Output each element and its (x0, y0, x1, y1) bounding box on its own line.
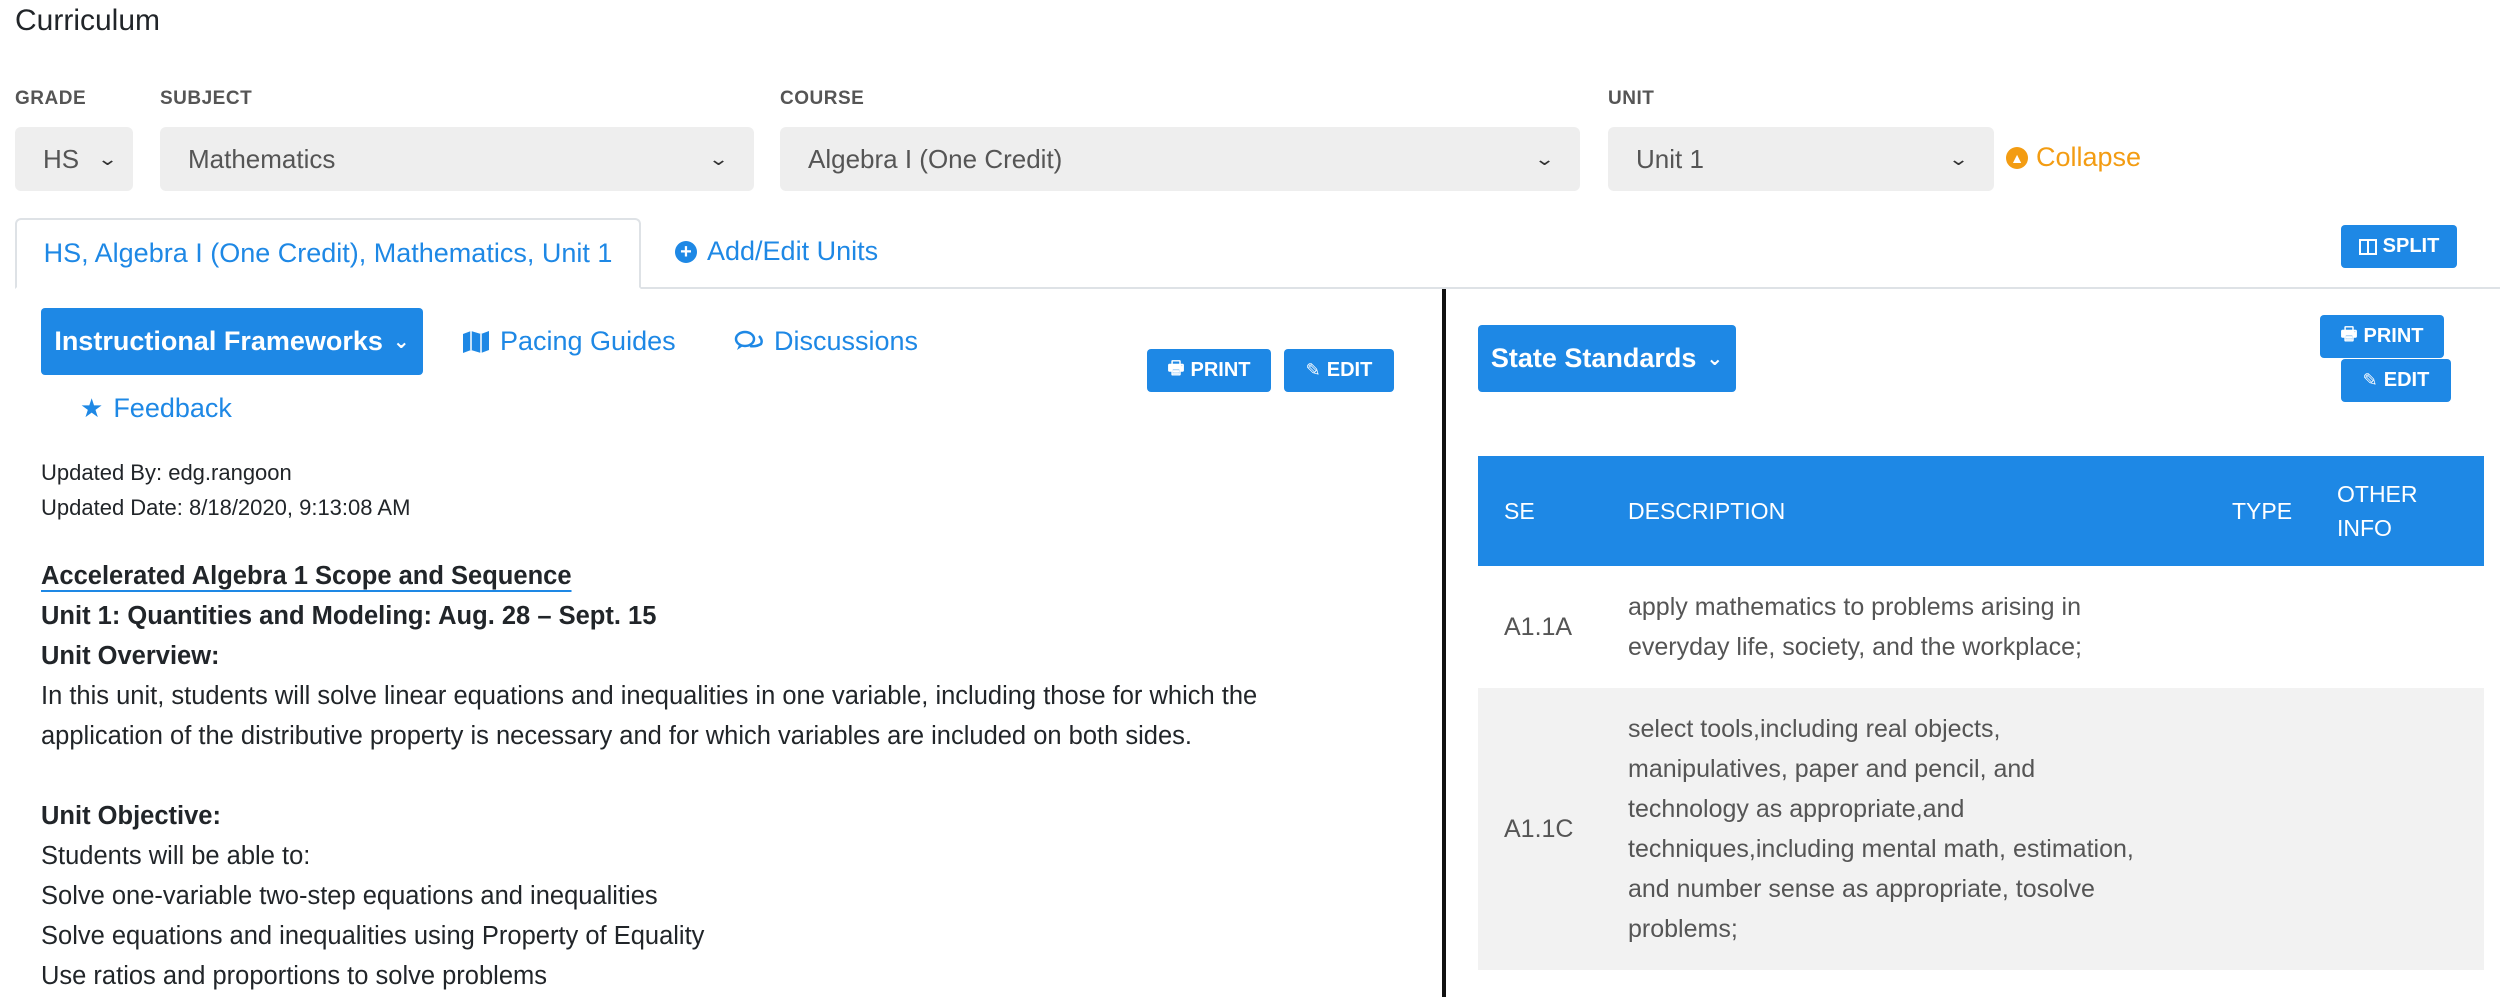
objective-item: Solve one-variable two-step equations an… (41, 882, 658, 910)
left-print-button[interactable]: 🖶 PRINT (1147, 349, 1271, 392)
chevron-down-icon: ⌄ (1706, 348, 1724, 370)
edit-icon: ✎ (1305, 360, 1321, 380)
description-line: and number sense as appropriate, tosolve (1628, 875, 2095, 903)
standards-table-header: SE DESCRIPTION TYPE OTHER INFO (1478, 456, 2484, 566)
updated-date: Updated Date: 8/18/2020, 9:13:08 AM (41, 495, 410, 521)
comments-icon (734, 330, 763, 350)
collapse-link[interactable]: ▲ Collapse (2006, 142, 2141, 173)
table-row: A1.1C select tools,including real object… (1478, 688, 2484, 970)
standards-table: SE DESCRIPTION TYPE OTHER INFO A1.1A app… (1478, 456, 2484, 970)
updated-by-value: edg.rangoon (168, 460, 292, 485)
objective-heading: Unit Objective: (41, 802, 221, 830)
subject-select-value: Mathematics (188, 143, 336, 174)
objective-item: Use ratios and proportions to solve prob… (41, 962, 548, 990)
updated-by-label: Updated By: (41, 460, 163, 485)
instructional-frameworks-dropdown[interactable]: Instructional Frameworks ⌄ (41, 308, 423, 375)
star-icon: ★ (80, 393, 104, 423)
split-button[interactable]: SPLIT (2341, 225, 2457, 268)
unit-select[interactable]: Unit 1 ⌄ (1608, 127, 1994, 191)
course-label: COURSE (780, 88, 865, 109)
print-icon: 🖶 (1167, 357, 1185, 378)
type-cell (2206, 566, 2311, 688)
print-icon: 🖶 (2340, 323, 2358, 344)
description-cell: apply mathematics to problems arising in… (1602, 566, 2206, 688)
right-print-button[interactable]: 🖶 PRINT (2320, 315, 2444, 358)
updated-date-value: 8/18/2020, 9:13:08 AM (189, 495, 411, 520)
unit-select-value: Unit 1 (1636, 143, 1704, 174)
framework-content: Accelerated Algebra 1 Scope and Sequence… (41, 556, 1421, 996)
description-cell: select tools,including real objects, man… (1602, 688, 2206, 970)
overview-text-line: application of the distributive property… (41, 722, 1192, 750)
column-header-type: TYPE (2206, 456, 2311, 566)
plus-circle-icon: + (675, 240, 697, 263)
chevron-down-icon: ⌄ (1533, 148, 1556, 169)
column-header-se: SE (1478, 456, 1602, 566)
collapse-label: Collapse (2036, 142, 2142, 172)
column-header-other-info: OTHER INFO (2311, 456, 2484, 566)
state-standards-label: State Standards (1490, 343, 1697, 373)
columns-icon (2358, 238, 2377, 255)
description-line: select tools,including real objects, (1628, 715, 2001, 743)
edit-icon: ✎ (2362, 370, 2378, 390)
updated-by: Updated By: edg.rangoon (41, 460, 292, 486)
description-line: manipulatives, paper and pencil, and (1628, 755, 2036, 783)
discussions-label: Discussions (774, 326, 919, 356)
left-edit-button[interactable]: ✎ EDIT (1284, 349, 1394, 392)
split-label: SPLIT (2382, 235, 2440, 257)
objective-intro: Students will be able to: (41, 842, 311, 870)
type-cell (2206, 688, 2311, 970)
chevron-down-icon: ⌄ (392, 331, 410, 353)
other-info-cell (2311, 566, 2484, 688)
add-edit-units-label: Add/Edit Units (707, 236, 879, 266)
unit-heading: Unit 1: Quantities and Modeling: Aug. 28… (41, 602, 657, 630)
course-select-value: Algebra I (One Credit) (808, 143, 1063, 174)
description-line: techniques,including mental math, estima… (1628, 835, 2134, 863)
subject-select[interactable]: Mathematics ⌄ (160, 127, 754, 191)
doc-title: Accelerated Algebra 1 Scope and Sequence (41, 562, 572, 590)
updated-date-label: Updated Date: (41, 495, 183, 520)
description-line: problems; (1628, 915, 1738, 943)
other-info-cell (2311, 688, 2484, 970)
map-icon (463, 330, 489, 353)
split-divider (1442, 289, 1446, 997)
description-line: apply mathematics to problems arising in (1628, 593, 2081, 621)
pacing-guides-link[interactable]: Pacing Guides (462, 326, 676, 357)
grade-select[interactable]: HS ⌄ (15, 127, 133, 191)
left-print-label: PRINT (1190, 359, 1251, 381)
table-row: A1.1A apply mathematics to problems aris… (1478, 566, 2484, 688)
column-header-description: DESCRIPTION (1602, 456, 2206, 566)
description-line: technology as appropriate,and (1628, 795, 1965, 823)
subject-label: SUBJECT (160, 88, 253, 109)
right-edit-label: EDIT (2383, 369, 2430, 391)
chevron-down-icon: ⌄ (707, 148, 730, 169)
chevron-up-circle-icon: ▲ (2006, 146, 2028, 169)
overview-text-line: In this unit, students will solve linear… (41, 682, 1258, 710)
overview-heading: Unit Overview: (41, 642, 220, 670)
se-cell: A1.1A (1478, 566, 1602, 688)
left-edit-label: EDIT (1326, 359, 1373, 381)
instructional-frameworks-label: Instructional Frameworks (54, 326, 383, 356)
pacing-guides-label: Pacing Guides (500, 326, 676, 356)
feedback-link[interactable]: ★ Feedback (80, 393, 232, 424)
grade-select-value: HS (43, 143, 80, 174)
course-select[interactable]: Algebra I (One Credit) ⌄ (780, 127, 1580, 191)
grade-label: GRADE (15, 88, 87, 109)
chevron-down-icon: ⌄ (96, 148, 119, 169)
state-standards-dropdown[interactable]: State Standards ⌄ (1478, 325, 1736, 392)
discussions-link[interactable]: Discussions (734, 326, 918, 357)
description-line: everyday life, society, and the workplac… (1628, 633, 2082, 661)
right-edit-button[interactable]: ✎ EDIT (2341, 359, 2451, 402)
right-print-label: PRINT (2363, 325, 2424, 347)
tab-current-unit[interactable]: HS, Algebra I (One Credit), Mathematics,… (15, 218, 641, 289)
feedback-label: Feedback (113, 393, 232, 423)
objective-item: Solve equations and inequalities using P… (41, 922, 705, 950)
add-edit-units-tab[interactable]: + Add/Edit Units (675, 236, 878, 267)
se-cell: A1.1C (1478, 688, 1602, 970)
page-title: Curriculum (15, 4, 161, 37)
unit-label: UNIT (1608, 88, 1655, 109)
chevron-down-icon: ⌄ (1947, 148, 1970, 169)
